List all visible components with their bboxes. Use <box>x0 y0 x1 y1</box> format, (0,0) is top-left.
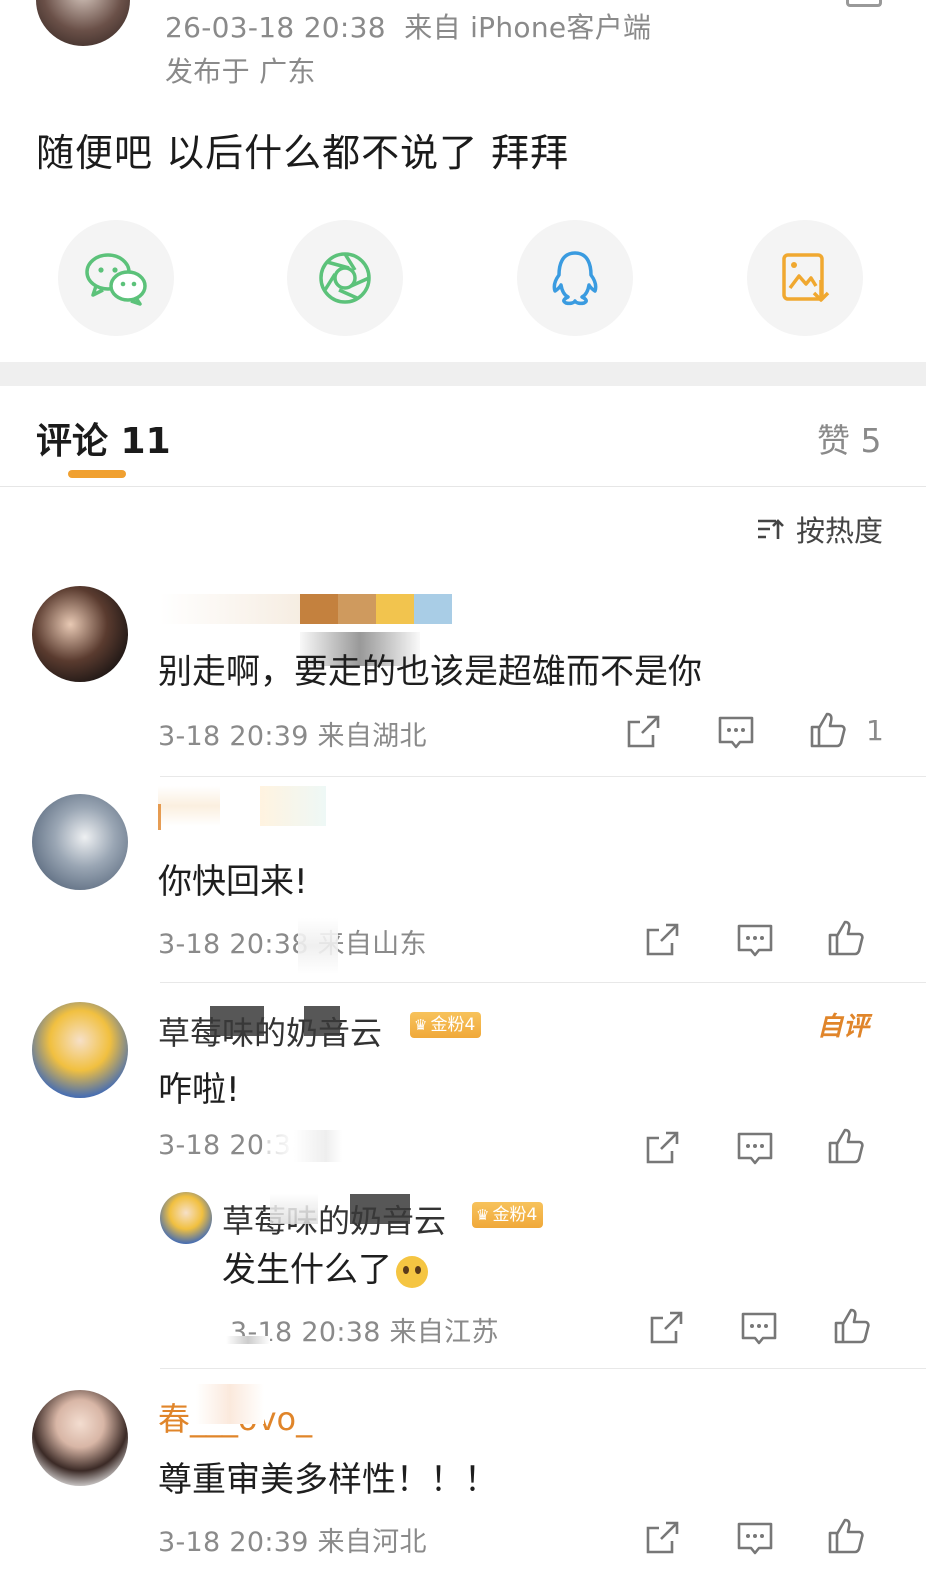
redacted-name <box>160 594 465 624</box>
crown-icon: ♛ <box>414 1016 428 1034</box>
qq-icon <box>552 251 598 306</box>
post-location: 发布于 广东 <box>165 55 316 88</box>
poster-avatar[interactable] <box>36 0 130 46</box>
like-icon[interactable] <box>826 1126 866 1166</box>
share-save-image[interactable] <box>747 220 863 336</box>
comment-icon[interactable] <box>735 1128 775 1168</box>
moments-icon <box>319 252 371 304</box>
redacted-name: ⁠ <box>158 786 338 826</box>
redaction-block <box>226 1336 270 1344</box>
comment-divider <box>160 776 926 777</box>
wechat-icon <box>85 253 147 306</box>
like-count: 1 <box>866 714 884 747</box>
comment-icon[interactable] <box>735 1518 775 1558</box>
pleading-emoji-icon <box>396 1255 428 1288</box>
share-icon[interactable] <box>623 712 663 752</box>
reply-meta: 3-18 20:38 来自江苏 <box>230 1317 499 1348</box>
comment-icon[interactable] <box>735 920 775 960</box>
tab-likes[interactable]: 赞 5 <box>817 414 882 462</box>
reply-text: 发生什么了 <box>222 1242 428 1291</box>
tab-indicator <box>68 470 126 478</box>
comment-divider <box>160 1368 926 1369</box>
fan-badge: ♛ 金粉4 <box>410 1012 482 1038</box>
redaction-block <box>298 918 338 974</box>
commenter-avatar[interactable] <box>32 794 128 890</box>
redaction-block <box>210 1006 340 1036</box>
crown-icon: ♛ <box>476 1206 490 1224</box>
share-icon[interactable] <box>642 1128 682 1168</box>
sort-label: 按热度 <box>796 514 884 548</box>
name-fragment <box>158 804 177 830</box>
comment-text: 你快回来! <box>158 862 308 902</box>
redaction-block <box>196 1384 264 1424</box>
redaction-block <box>270 1194 410 1224</box>
like-icon[interactable] <box>832 1306 872 1346</box>
share-qq[interactable] <box>517 220 633 336</box>
comment-icon[interactable] <box>739 1308 779 1348</box>
post-source: 来自 iPhone客户端 <box>404 11 652 44</box>
commenter-avatar[interactable] <box>32 586 128 682</box>
comment-divider <box>160 982 926 983</box>
author-tag: 自评 <box>817 1012 870 1042</box>
section-divider <box>0 362 926 386</box>
fan-badge: ♛ 金粉4 <box>472 1202 544 1228</box>
like-icon[interactable] <box>808 710 848 750</box>
share-wechat[interactable] <box>58 220 174 336</box>
commenter-avatar[interactable] <box>32 1390 128 1486</box>
like-icon[interactable] <box>826 918 866 958</box>
comment-icon[interactable] <box>716 712 756 752</box>
save-image-icon <box>782 253 830 302</box>
like-icon[interactable] <box>826 1516 866 1556</box>
post-text: 随便吧 以后什么都不说了 拜拜 <box>36 131 570 175</box>
share-moments[interactable] <box>287 220 403 336</box>
commenter-avatar[interactable] <box>32 1002 128 1098</box>
post-timestamp: 26-03-18 20:38 来自 iPhone客户端 <box>165 11 652 44</box>
tab-comments[interactable]: 评论 11 <box>36 412 171 464</box>
share-icon[interactable] <box>646 1308 686 1348</box>
tab-divider <box>0 486 926 487</box>
share-icon[interactable] <box>642 1518 682 1558</box>
redaction-block <box>262 1130 342 1162</box>
comment-text: 咋啦! <box>158 1070 240 1110</box>
share-icon[interactable] <box>642 920 682 960</box>
reply-avatar[interactable] <box>160 1192 212 1244</box>
comment-text: 尊重审美多样性！！！ <box>158 1460 498 1500</box>
comment-meta: 3-18 20:39 来自河北 <box>158 1527 427 1558</box>
comment-meta: 3-18 20:38 来自山东 <box>158 929 427 960</box>
sort-button[interactable]: 按热度 <box>756 508 883 550</box>
comment-text: 别走啊，要走的也该是超雄而不是你 <box>158 652 702 692</box>
sort-icon <box>758 519 784 539</box>
more-icon[interactable] <box>846 0 882 7</box>
comment-meta: 3-18 20:39 来自湖北 <box>158 721 427 752</box>
